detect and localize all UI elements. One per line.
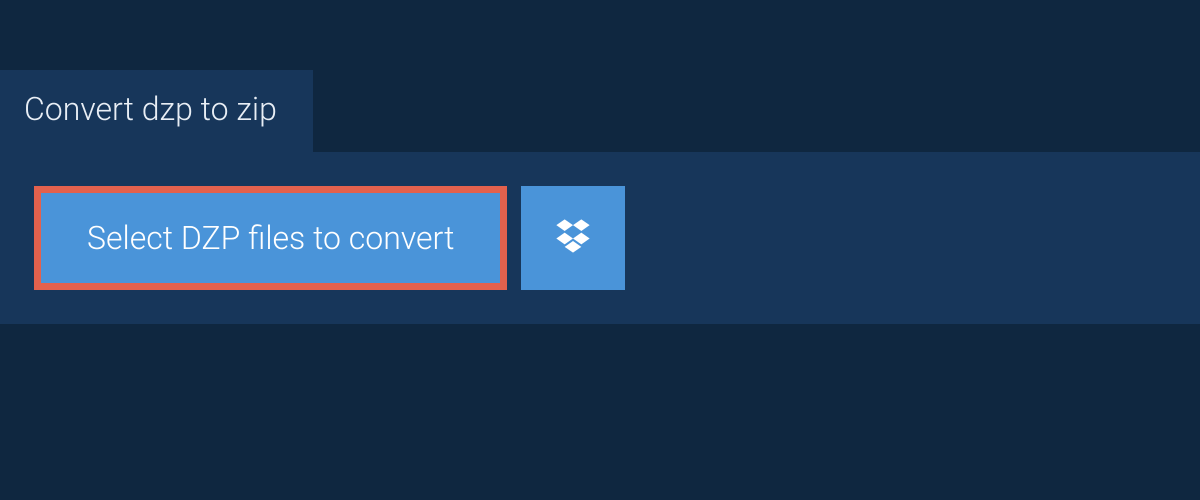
conversion-panel: Select DZP files to convert <box>0 152 1200 324</box>
tab-bar: Convert dzp to zip <box>0 0 1200 152</box>
action-button-row: Select DZP files to convert <box>34 186 1166 290</box>
tab-convert-dzp-to-zip[interactable]: Convert dzp to zip <box>0 70 313 152</box>
dropbox-button[interactable] <box>521 186 625 290</box>
dropbox-icon <box>553 216 593 260</box>
tab-label: Convert dzp to zip <box>24 90 277 128</box>
select-files-button[interactable]: Select DZP files to convert <box>34 186 507 290</box>
select-files-label: Select DZP files to convert <box>87 219 454 257</box>
